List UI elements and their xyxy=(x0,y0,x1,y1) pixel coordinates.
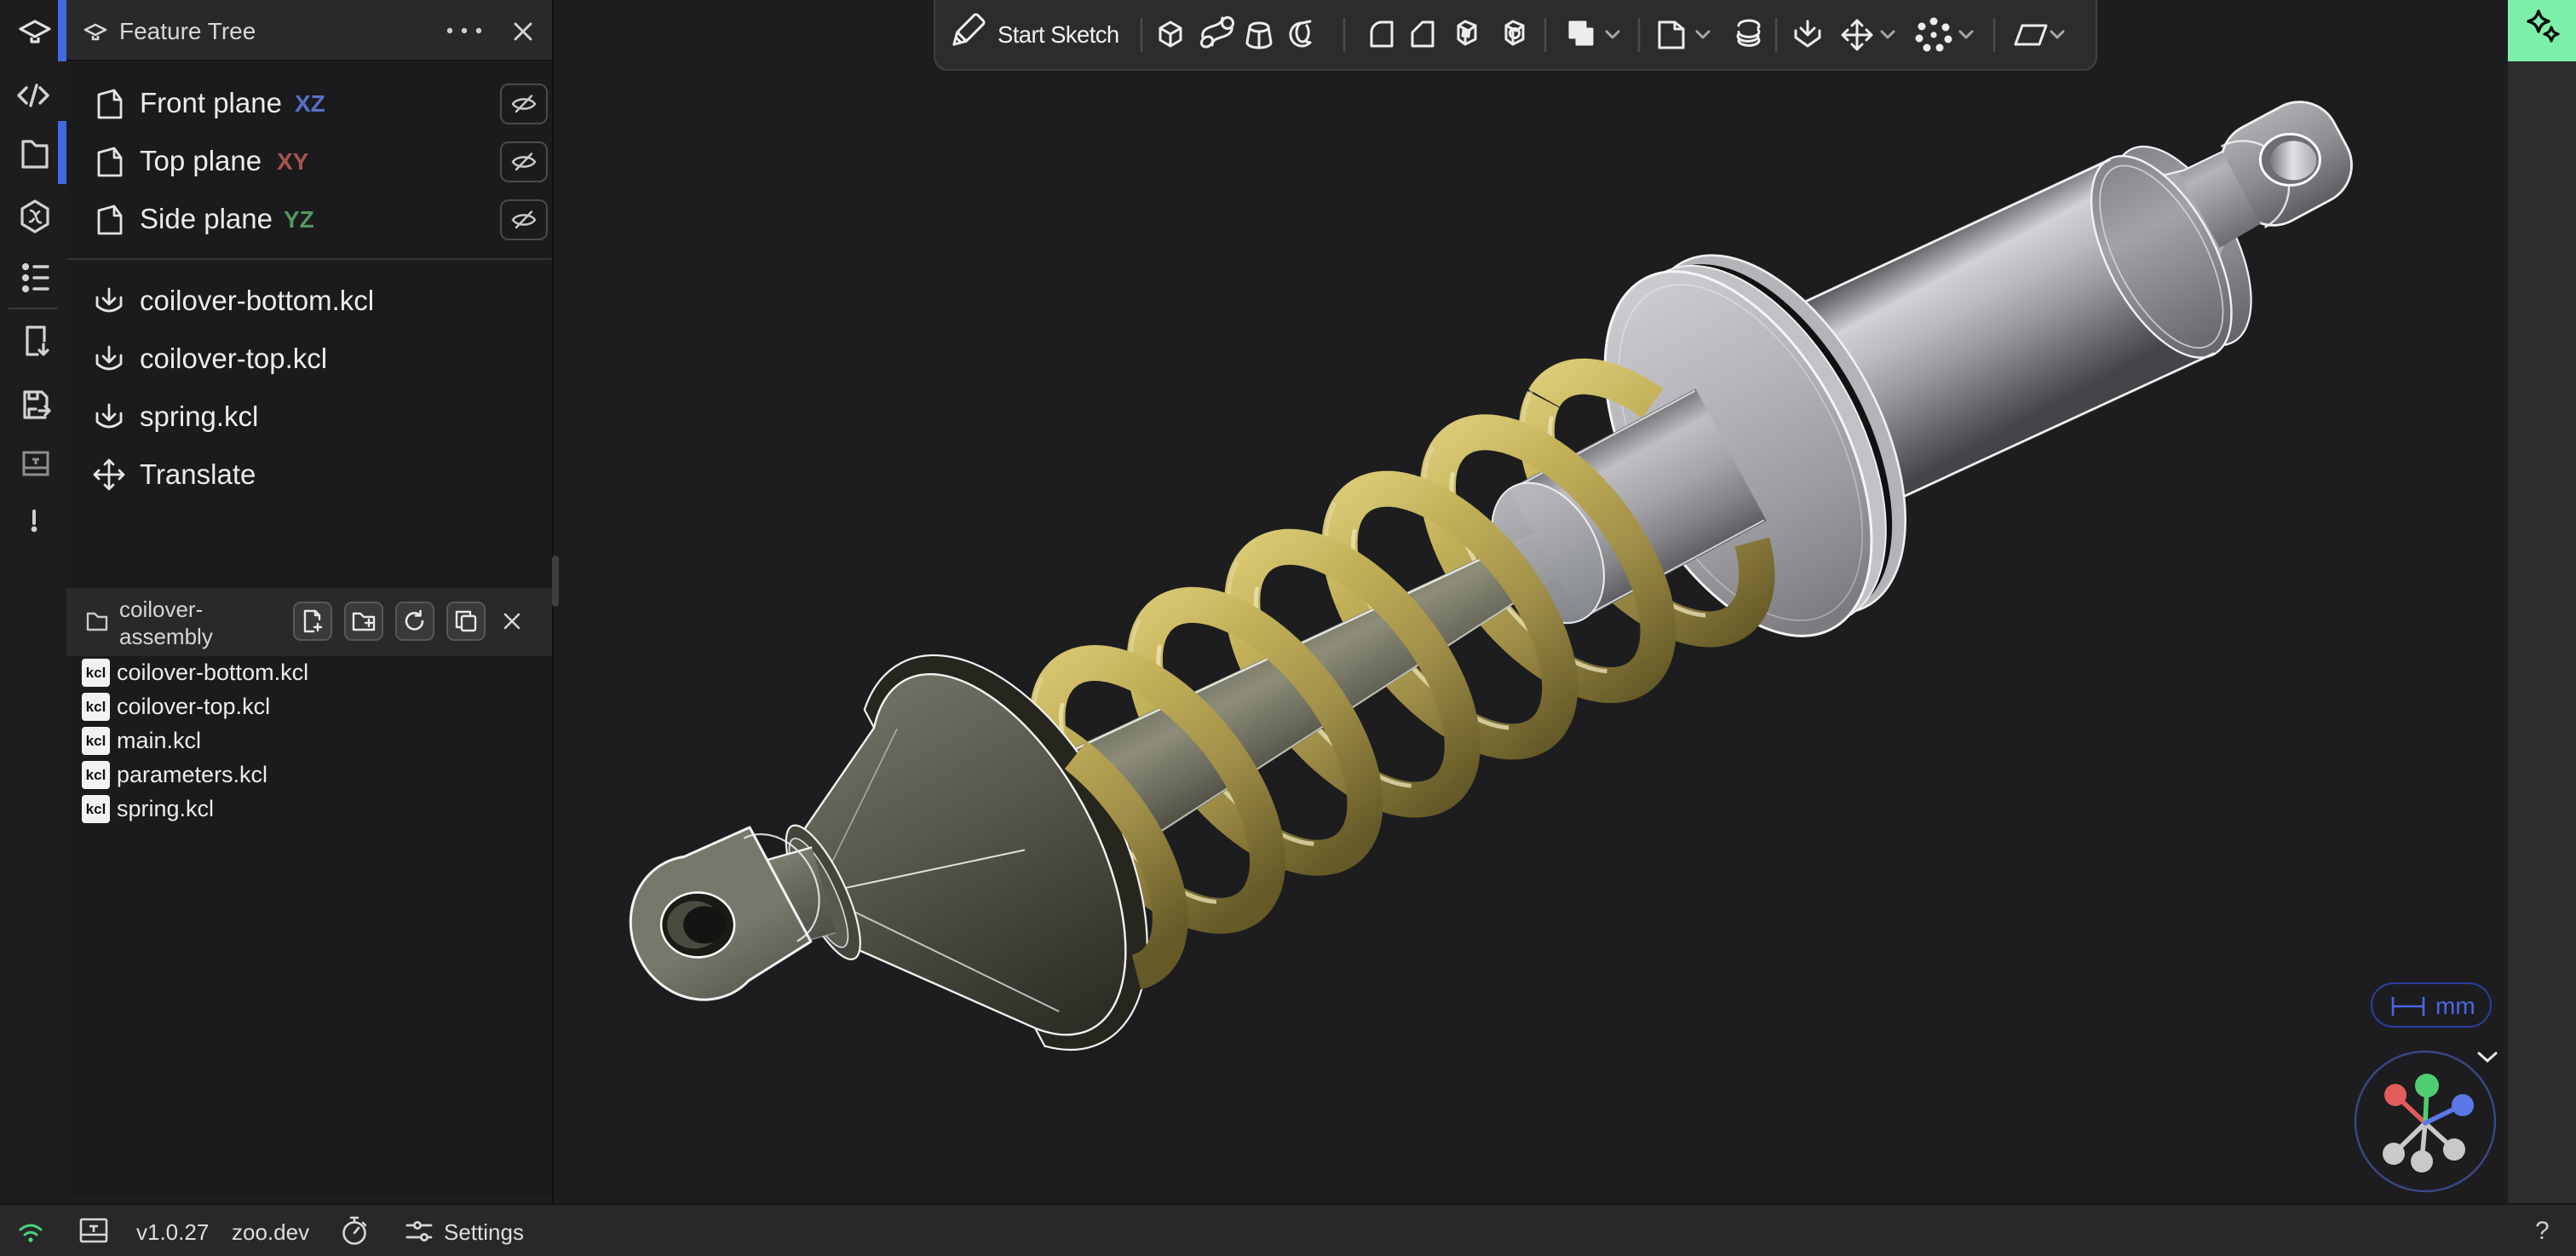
svg-text:Start Sketch: Start Sketch xyxy=(998,21,1119,48)
